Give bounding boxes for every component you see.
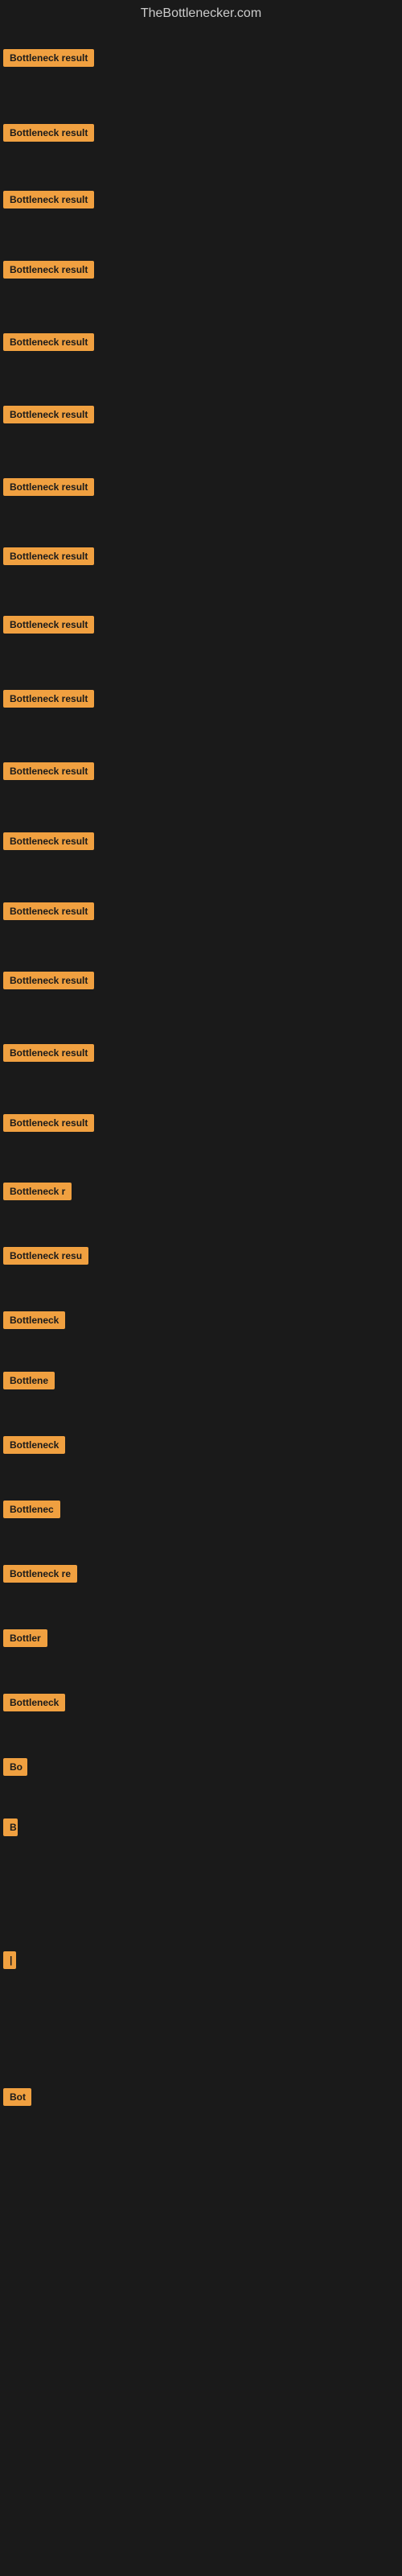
bottleneck-badge-row: Bot (3, 2088, 31, 2110)
bottleneck-badge[interactable]: Bottleneck result (3, 49, 94, 67)
bottleneck-badge-row: Bottleneck result (3, 762, 94, 784)
bottleneck-badge-row: Bottleneck result (3, 406, 94, 427)
bottleneck-badge-row: Bottleneck result (3, 478, 94, 500)
bottleneck-badge-row: B (3, 1818, 18, 1840)
bottleneck-badge[interactable]: Bottleneck re (3, 1565, 77, 1583)
bottleneck-badge-row: Bo (3, 1758, 27, 1780)
bottleneck-badge-row: Bottleneck (3, 1436, 65, 1458)
bottleneck-badge-row: Bottleneck result (3, 616, 94, 638)
bottleneck-badge[interactable]: Bottler (3, 1629, 47, 1647)
bottleneck-badge-row: Bottleneck result (3, 49, 94, 71)
bottleneck-badge-row: Bottleneck result (3, 1044, 94, 1066)
bottleneck-badge-row: Bottleneck result (3, 902, 94, 924)
bottleneck-badge-row: Bottleneck r (3, 1183, 72, 1204)
bottleneck-badge[interactable]: Bottleneck result (3, 333, 94, 351)
bottleneck-badge[interactable]: B (3, 1818, 18, 1836)
bottleneck-badge[interactable]: Bottleneck result (3, 191, 94, 208)
bottleneck-badge[interactable]: Bottleneck result (3, 832, 94, 850)
bottleneck-badge-row: Bottleneck re (3, 1565, 77, 1587)
bottleneck-badge[interactable]: | (3, 1951, 16, 1969)
bottleneck-badge-row: Bottleneck (3, 1311, 65, 1333)
bottleneck-badge[interactable]: Bo (3, 1758, 27, 1776)
bottleneck-badge[interactable]: Bottleneck result (3, 478, 94, 496)
bottleneck-badge-row: Bottleneck result (3, 333, 94, 355)
bottleneck-badge[interactable]: Bottleneck result (3, 1114, 94, 1132)
bottleneck-badge[interactable]: Bottleneck result (3, 406, 94, 423)
bottleneck-badge[interactable]: Bottlene (3, 1372, 55, 1389)
bottleneck-badge-row: Bottleneck result (3, 832, 94, 854)
bottleneck-badge-row: Bottleneck result (3, 191, 94, 213)
bottleneck-badge[interactable]: Bottleneck (3, 1694, 65, 1711)
bottleneck-badge-row: Bottlenec (3, 1501, 60, 1522)
bottleneck-badge[interactable]: Bottleneck result (3, 690, 94, 708)
bottleneck-badge-row: Bottlene (3, 1372, 55, 1393)
bottleneck-badge-row: Bottleneck result (3, 124, 94, 146)
bottleneck-badge[interactable]: Bottleneck result (3, 547, 94, 565)
bottleneck-badge[interactable]: Bottleneck result (3, 1044, 94, 1062)
bottleneck-badge[interactable]: Bottleneck r (3, 1183, 72, 1200)
bottleneck-badge[interactable]: Bot (3, 2088, 31, 2106)
bottleneck-badge-row: Bottler (3, 1629, 47, 1651)
bottleneck-badge-row: Bottleneck result (3, 261, 94, 283)
bottleneck-badge-row: Bottleneck resu (3, 1247, 88, 1269)
bottleneck-badge[interactable]: Bottleneck result (3, 616, 94, 634)
bottleneck-badge[interactable]: Bottleneck result (3, 124, 94, 142)
site-title: TheBottlenecker.com (0, 0, 402, 27)
bottleneck-badge[interactable]: Bottleneck result (3, 261, 94, 279)
bottleneck-badge[interactable]: Bottlenec (3, 1501, 60, 1518)
bottleneck-badge-row: Bottleneck (3, 1694, 65, 1715)
bottleneck-badge[interactable]: Bottleneck resu (3, 1247, 88, 1265)
bottleneck-badge-row: | (3, 1951, 16, 1973)
bottleneck-badge[interactable]: Bottleneck result (3, 972, 94, 989)
bottleneck-badge-row: Bottleneck result (3, 547, 94, 569)
bottleneck-badge[interactable]: Bottleneck result (3, 902, 94, 920)
bottleneck-badge-row: Bottleneck result (3, 972, 94, 993)
bottleneck-badge[interactable]: Bottleneck (3, 1436, 65, 1454)
bottleneck-badge[interactable]: Bottleneck result (3, 762, 94, 780)
bottleneck-badge[interactable]: Bottleneck (3, 1311, 65, 1329)
bottleneck-badge-row: Bottleneck result (3, 690, 94, 712)
bottleneck-badge-row: Bottleneck result (3, 1114, 94, 1136)
